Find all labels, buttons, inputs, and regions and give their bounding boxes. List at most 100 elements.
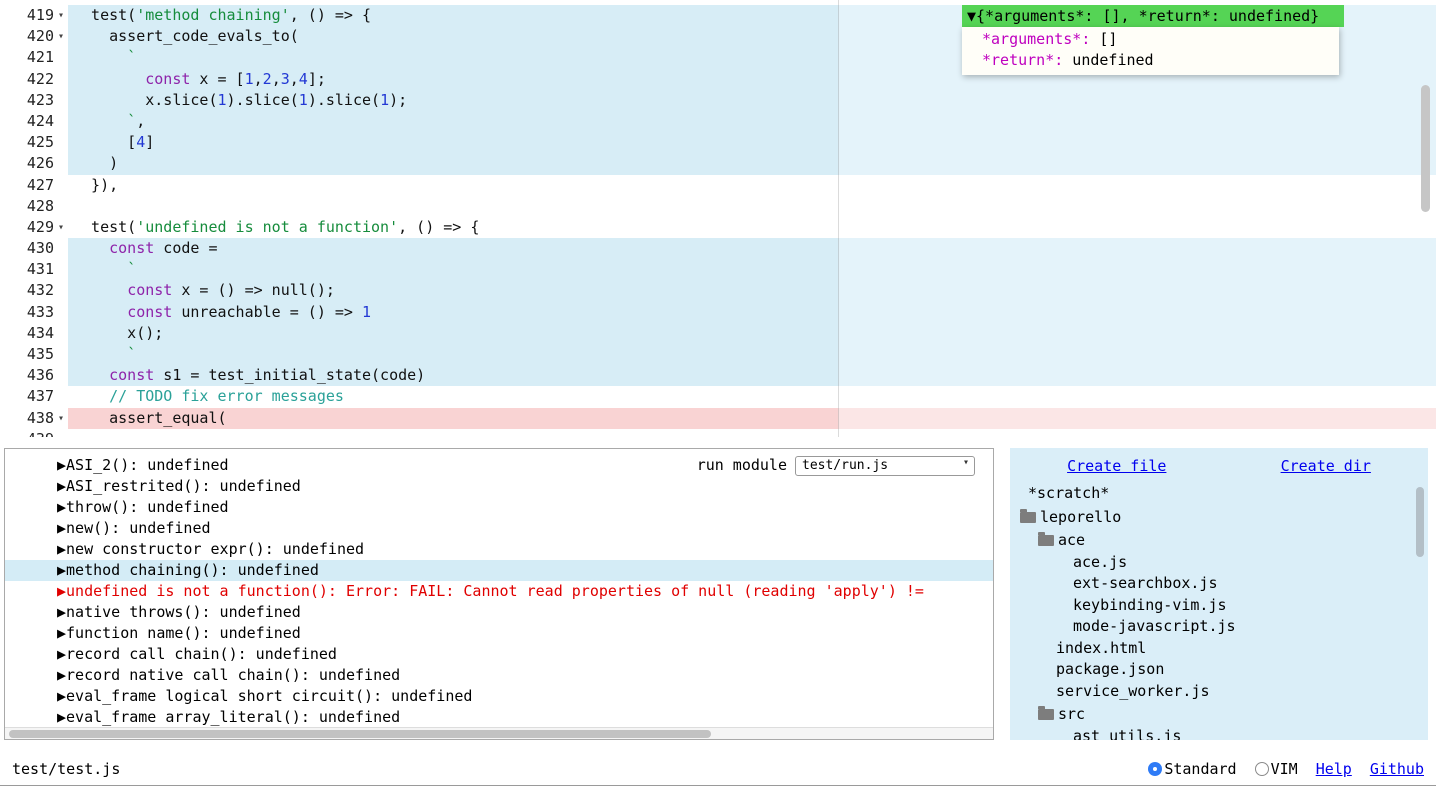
tooltip-entry[interactable]: *return*: undefined [962, 50, 1339, 71]
keybinding-vim-option[interactable]: VIM [1255, 760, 1298, 778]
collapse-triangle-icon[interactable]: ▼ [967, 7, 976, 25]
fold-toggle-icon[interactable]: ▾ [54, 5, 68, 26]
output-line[interactable]: ▶ASI_restrited(): undefined [5, 476, 993, 497]
tooltip-entry[interactable]: *arguments*: [] [962, 29, 1339, 50]
code-line[interactable]: 429▾ test('undefined is not a function',… [0, 217, 1436, 238]
output-line[interactable]: ▶throw(): undefined [5, 497, 993, 518]
output-scrollbar-thumb[interactable] [9, 730, 711, 738]
code-token: ] [145, 133, 154, 151]
code-line[interactable]: 427 }), [0, 175, 1436, 196]
expand-icon[interactable]: ▶ [57, 519, 66, 537]
folder-item[interactable]: src [1010, 704, 1428, 726]
code-text[interactable]: const x = () => null(); [68, 280, 1436, 301]
code-line[interactable]: 428 [0, 196, 1436, 217]
fold-spacer [54, 132, 68, 153]
expand-icon[interactable]: ▶ [57, 687, 66, 705]
code-line[interactable]: 439 [0, 429, 1436, 437]
file-item[interactable]: index.html [1010, 638, 1428, 660]
code-text[interactable]: `, [68, 111, 1436, 132]
code-token: ).slice( [227, 91, 299, 109]
code-line[interactable]: 438▾ assert_equal( [0, 408, 1436, 429]
code-line[interactable]: 435 ` [0, 344, 1436, 365]
code-text[interactable]: ) [68, 153, 1436, 174]
tooltip-header[interactable]: ▼{*arguments*: [], *return*: undefined} [962, 5, 1344, 27]
file-item[interactable]: *scratch* [1010, 483, 1428, 505]
radio-selected-icon[interactable] [1148, 762, 1162, 776]
code-editor[interactable]: 419▾ test('method chaining', () => {420▾… [0, 0, 1436, 437]
code-text[interactable]: [4] [68, 132, 1436, 153]
file-item[interactable]: package.json [1010, 659, 1428, 681]
expand-icon[interactable]: ▶ [57, 708, 66, 726]
code-text[interactable] [68, 196, 1436, 217]
code-line[interactable]: 434 x(); [0, 323, 1436, 344]
code-line[interactable]: 437 // TODO fix error messages [0, 386, 1436, 407]
code-text[interactable]: x.slice(1).slice(1).slice(1); [68, 90, 1436, 111]
output-line[interactable]: ▶function name(): undefined [5, 623, 993, 644]
code-line[interactable]: 424 `, [0, 111, 1436, 132]
code-text[interactable]: x(); [68, 323, 1436, 344]
keybinding-standard-option[interactable]: Standard [1148, 760, 1236, 778]
code-text[interactable]: }), [68, 175, 1436, 196]
code-line[interactable]: 425 [4] [0, 132, 1436, 153]
expand-icon[interactable]: ▶ [57, 498, 66, 516]
output-line[interactable]: ▶record call chain(): undefined [5, 644, 993, 665]
file-item[interactable]: ext-searchbox.js [1010, 573, 1428, 595]
code-line[interactable]: 423 x.slice(1).slice(1).slice(1); [0, 90, 1436, 111]
expand-icon[interactable]: ▶ [57, 456, 66, 474]
expand-icon[interactable]: ▶ [57, 540, 66, 558]
code-text[interactable]: assert_equal( [68, 408, 1436, 429]
code-text[interactable]: const s1 = test_initial_state(code) [68, 365, 1436, 386]
fold-spacer [54, 47, 68, 68]
file-item[interactable]: service_worker.js [1010, 681, 1428, 703]
code-text[interactable]: test('undefined is not a function', () =… [68, 217, 1436, 238]
module-select[interactable]: test/run.js [795, 456, 975, 476]
expand-icon[interactable]: ▶ [57, 645, 66, 663]
code-line[interactable]: 431 ` [0, 259, 1436, 280]
output-line[interactable]: ▶eval_frame logical short circuit(): und… [5, 686, 993, 707]
create-dir-link[interactable]: Create dir [1281, 457, 1371, 475]
expand-icon[interactable]: ▶ [57, 603, 66, 621]
folder-item[interactable]: ace [1010, 530, 1428, 552]
expand-icon[interactable]: ▶ [57, 624, 66, 642]
output-line[interactable]: ▶native throws(): undefined [5, 602, 993, 623]
help-link[interactable]: Help [1316, 760, 1352, 778]
radio-unselected-icon[interactable] [1255, 762, 1269, 776]
fold-toggle-icon[interactable]: ▾ [54, 408, 68, 429]
code-text[interactable]: ` [68, 344, 1436, 365]
code-line[interactable]: 433 const unreachable = () => 1 [0, 302, 1436, 323]
output-line[interactable]: ▶record native call chain(): undefined [5, 665, 993, 686]
expand-icon[interactable]: ▶ [57, 477, 66, 495]
code-line[interactable]: 426 ) [0, 153, 1436, 174]
create-file-link[interactable]: Create file [1067, 457, 1166, 475]
editor-vertical-scrollbar[interactable] [1421, 85, 1430, 212]
output-line[interactable]: ▶new(): undefined [5, 518, 993, 539]
output-horizontal-scrollbar[interactable] [5, 727, 993, 739]
github-link[interactable]: Github [1370, 760, 1424, 778]
code-text[interactable]: ` [68, 259, 1436, 280]
fold-toggle-icon[interactable]: ▾ [54, 26, 68, 47]
file-item[interactable]: keybinding-vim.js [1010, 595, 1428, 617]
output-line-text: native throws(): undefined [66, 603, 301, 621]
output-line[interactable]: ▶eval_frame array_literal(): undefined [5, 707, 993, 728]
output-line[interactable]: ▶undefined is not a function(): Error: F… [5, 581, 993, 602]
code-line[interactable]: 436 const s1 = test_initial_state(code) [0, 365, 1436, 386]
code-text[interactable]: // TODO fix error messages [68, 386, 1436, 407]
fold-toggle-icon[interactable]: ▾ [54, 217, 68, 238]
files-vertical-scrollbar[interactable] [1416, 487, 1424, 557]
output-line[interactable]: ▶method chaining(): undefined [5, 560, 993, 581]
code-line[interactable]: 432 const x = () => null(); [0, 280, 1436, 301]
folder-item[interactable]: leporello [1010, 507, 1428, 529]
file-label: index.html [1056, 638, 1146, 660]
file-item[interactable]: ast_utils.js [1010, 726, 1428, 741]
line-gutter: 439 [0, 429, 68, 437]
expand-icon[interactable]: ▶ [57, 666, 66, 684]
file-item[interactable]: mode-javascript.js [1010, 616, 1428, 638]
expand-icon[interactable]: ▶ [57, 561, 66, 579]
code-text[interactable] [68, 429, 1436, 437]
code-text[interactable]: const code = [68, 238, 1436, 259]
output-line[interactable]: ▶new constructor expr(): undefined [5, 539, 993, 560]
file-item[interactable]: ace.js [1010, 552, 1428, 574]
code-line[interactable]: 430 const code = [0, 238, 1436, 259]
code-text[interactable]: const unreachable = () => 1 [68, 302, 1436, 323]
expand-icon[interactable]: ▶ [57, 582, 66, 600]
